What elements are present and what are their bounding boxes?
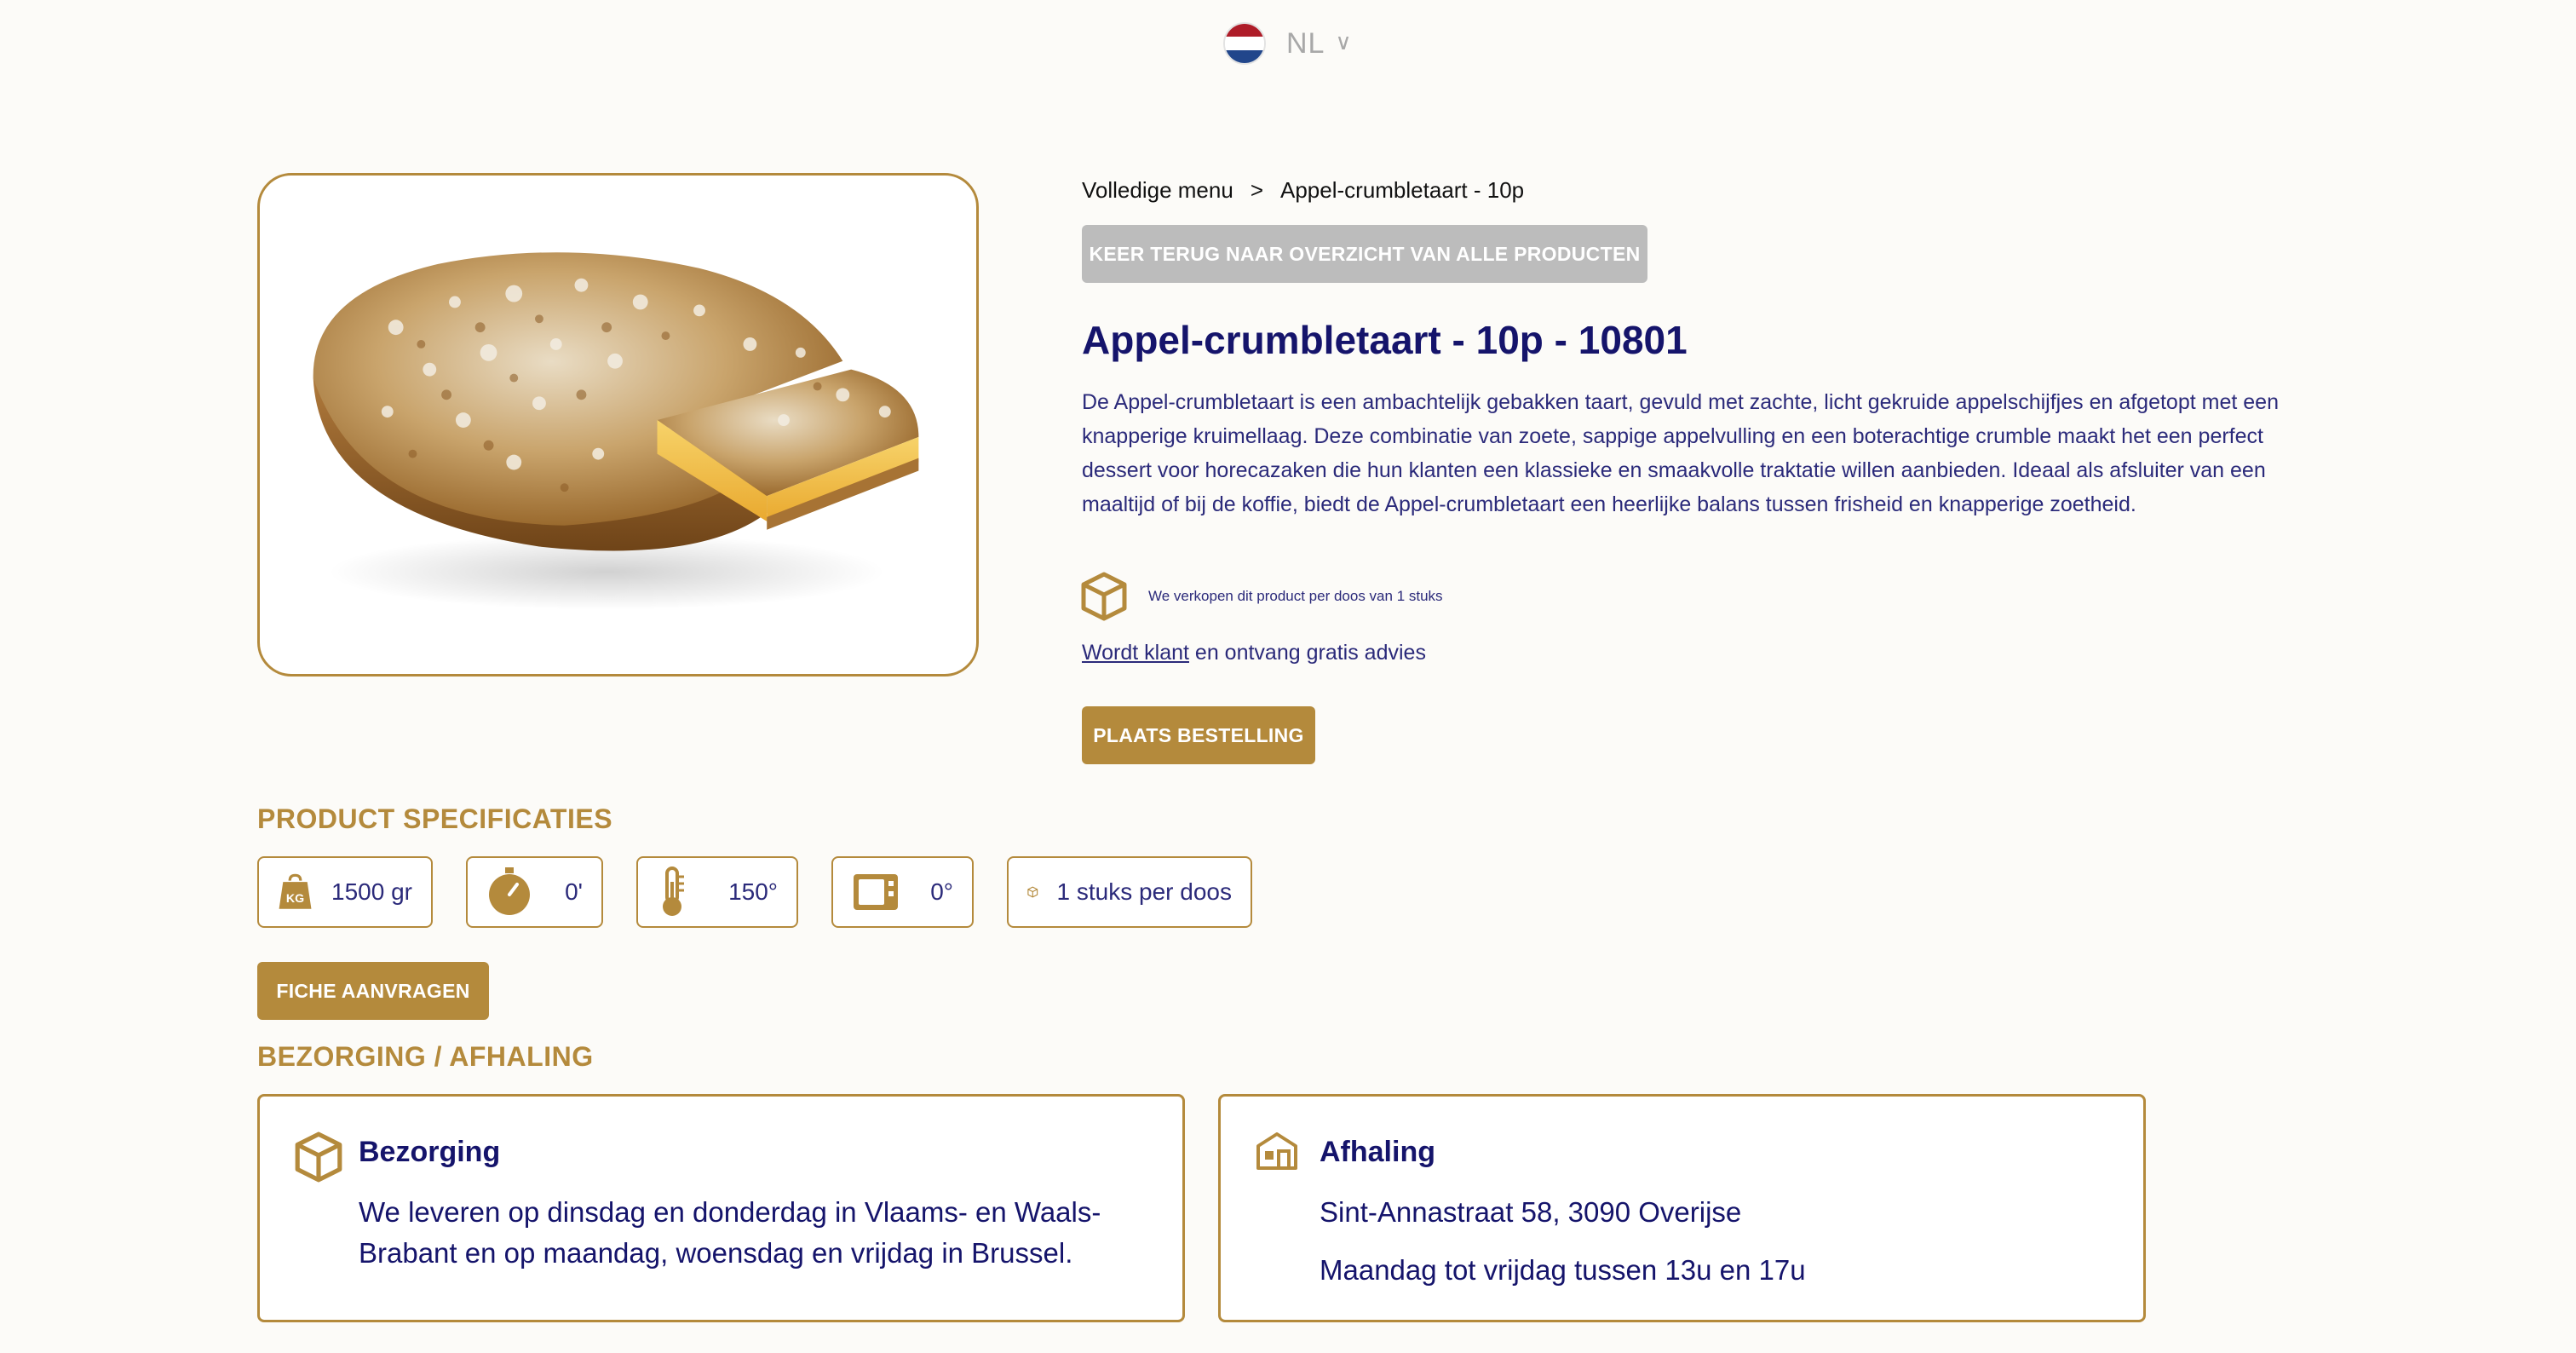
language-selector[interactable]: NL ∨ bbox=[1223, 22, 1352, 65]
box-icon bbox=[1081, 572, 1127, 621]
pickup-address: Sint-Annastraat 58, 3090 Overijse bbox=[1320, 1196, 1742, 1228]
apple-crumble-tart-image bbox=[313, 252, 919, 610]
pickup-card: Afhaling Sint-Annastraat 58, 3090 Overij… bbox=[1218, 1094, 2146, 1322]
spec-time: 0' bbox=[466, 856, 603, 928]
breadcrumb-current: Appel-crumbletaart - 10p bbox=[1280, 177, 1525, 203]
chevron-down-icon: ∨ bbox=[1335, 28, 1352, 55]
spec-weight-value: 1500 gr bbox=[331, 878, 412, 905]
box-icon bbox=[1027, 886, 1038, 898]
product-title: Appel-crumbletaart - 10p - 10801 bbox=[1082, 318, 1688, 362]
pickup-hours: Maandag tot vrijdag tussen 13u en 17u bbox=[1320, 1254, 1806, 1286]
language-code: NL bbox=[1286, 26, 1325, 60]
delivery-card: Bezorging We leveren op dinsdag en donde… bbox=[257, 1094, 1185, 1322]
microwave-icon bbox=[854, 874, 898, 910]
stopwatch-icon bbox=[489, 867, 530, 915]
breadcrumb-separator: > bbox=[1250, 177, 1263, 203]
spec-weight: KG 1500 gr bbox=[257, 856, 433, 928]
spec-temperature-value: 150° bbox=[728, 878, 778, 905]
back-to-overview-button[interactable]: KEER TERUG NAAR OVERZICHT VAN ALLE PRODU… bbox=[1082, 225, 1647, 283]
spec-time-value: 0' bbox=[565, 878, 583, 905]
delivery-heading: BEZORGING / AFHALING bbox=[257, 1041, 594, 1072]
kg-badge: KG bbox=[286, 892, 304, 906]
box-info-text: We verkopen dit product per doos van 1 s… bbox=[1148, 588, 1443, 604]
box-icon bbox=[295, 1131, 342, 1183]
place-order-button[interactable]: PLAATS BESTELLING bbox=[1082, 706, 1315, 764]
weight-kg-icon: KG bbox=[279, 873, 312, 909]
spec-per-box: 1 stuks per doos bbox=[1007, 856, 1252, 928]
delivery-title: Bezorging bbox=[359, 1136, 501, 1168]
become-client-text: en ontvang gratis advies bbox=[1188, 641, 1426, 665]
product-image bbox=[257, 173, 979, 676]
specs-heading: PRODUCT SPECIFICATIES bbox=[257, 803, 613, 834]
breadcrumb: Volledige menu > Appel-crumbletaart - 10… bbox=[1082, 177, 1524, 204]
spec-microwave-value: 0° bbox=[930, 878, 953, 905]
product-description: De Appel-crumbletaart is een ambachtelij… bbox=[1082, 390, 2279, 516]
request-fiche-button[interactable]: FICHE AANVRAGEN bbox=[257, 962, 489, 1020]
become-client: Wordt klant en ontvang gratis advies bbox=[1082, 641, 1426, 665]
box-info: We verkopen dit product per doos van 1 s… bbox=[1080, 571, 1443, 622]
delivery-text: We leveren op dinsdag en donderdag in Vl… bbox=[359, 1196, 1101, 1269]
store-icon bbox=[1256, 1132, 1297, 1170]
pickup-title: Afhaling bbox=[1320, 1136, 1435, 1168]
spec-per-box-value: 1 stuks per doos bbox=[1056, 878, 1232, 905]
become-client-link[interactable]: Wordt klant bbox=[1082, 641, 1189, 665]
thermometer-icon bbox=[663, 866, 684, 916]
spec-microwave: 0° bbox=[831, 856, 974, 928]
breadcrumb-root-link[interactable]: Volledige menu bbox=[1082, 177, 1233, 204]
netherlands-flag-icon bbox=[1223, 22, 1266, 65]
spec-temperature: 150° bbox=[636, 856, 798, 928]
